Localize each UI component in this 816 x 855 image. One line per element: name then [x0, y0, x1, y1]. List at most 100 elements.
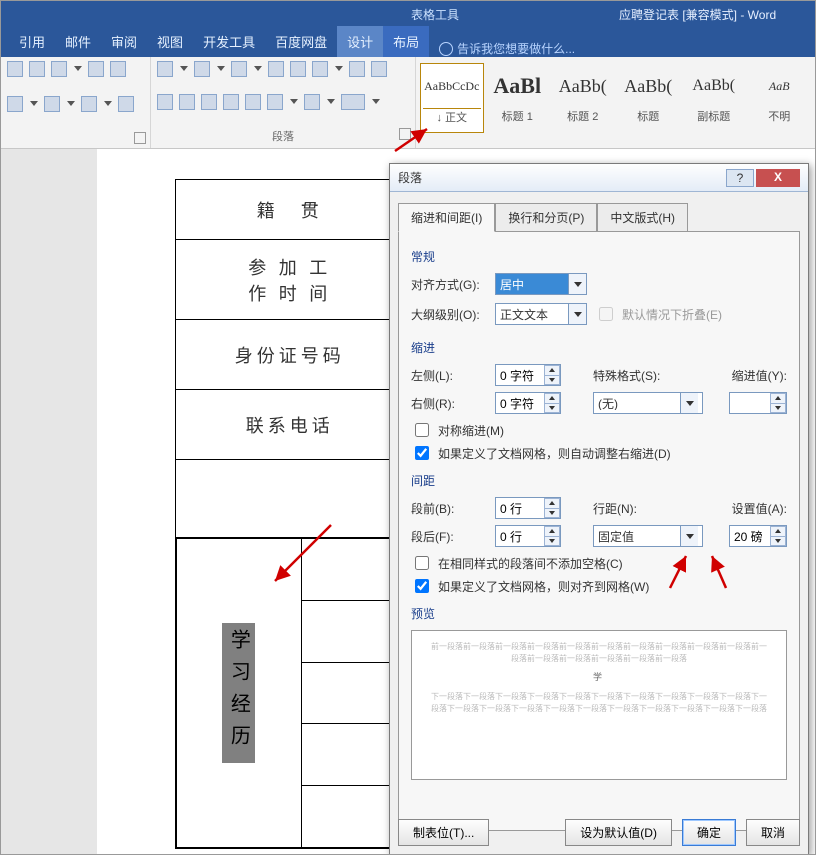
snap-grid-label: 如果定义了文档网格，则对齐到网格(W) [438, 578, 649, 595]
special-combo[interactable] [593, 392, 703, 414]
ok-button[interactable]: 确定 [682, 819, 736, 846]
tell-me[interactable]: 告诉我您想要做什么... [439, 40, 575, 57]
table-row[interactable]: 籍 贯 [176, 180, 404, 240]
char-shading-icon[interactable] [118, 96, 134, 112]
right-indent-spin[interactable] [495, 392, 561, 414]
tab-review[interactable]: 审阅 [101, 26, 147, 57]
font-color-icon[interactable] [81, 96, 97, 112]
style-标题[interactable]: AaBb(标题 [617, 63, 681, 133]
paragraph-group: 段落 [151, 57, 416, 148]
right-indent-value[interactable] [496, 393, 544, 413]
style-副标题[interactable]: AaBb(副标题 [682, 63, 746, 133]
left-indent-spin[interactable] [495, 364, 561, 386]
chevron-down-icon[interactable] [568, 304, 586, 324]
borders-icon[interactable] [341, 94, 365, 110]
tab-view[interactable]: 视图 [147, 26, 193, 57]
annotation-arrow [393, 125, 433, 158]
special-value[interactable] [594, 396, 680, 410]
highlight-icon[interactable] [44, 96, 60, 112]
tab-line-page-breaks[interactable]: 换行和分页(P) [495, 203, 597, 232]
style-标题 2[interactable]: AaBb(标题 2 [551, 63, 615, 133]
numbering-icon[interactable] [194, 61, 210, 77]
table-row[interactable]: 联系电话 [176, 390, 404, 460]
ribbon-tabbar: 引用 邮件 审阅 视图 开发工具 百度网盘 设计 布局 告诉我您想要做什么... [1, 27, 815, 57]
left-indent-value[interactable] [496, 365, 544, 385]
line-spacing-icon[interactable] [267, 94, 283, 110]
tab-baidu[interactable]: 百度网盘 [265, 26, 337, 57]
close-button[interactable]: X [756, 169, 800, 187]
after-spin[interactable] [495, 525, 561, 547]
align-center-icon[interactable] [179, 94, 195, 110]
align-left-icon[interactable] [157, 94, 173, 110]
by-value[interactable] [730, 393, 770, 413]
preview-next-text: 下一段落下一段落下一段落下一段落下一段落下一段落下一段落下一段落下一段落下一段落… [428, 691, 770, 715]
section-spacing: 间距 [411, 466, 787, 493]
align-justify-icon[interactable] [223, 94, 239, 110]
styles-gallery[interactable]: AaBbCcDc↓ 正文AaBl标题 1AaBb(标题 2AaBb(标题AaBb… [416, 57, 815, 148]
tab-indent-spacing[interactable]: 缩进和间距(I) [398, 203, 495, 232]
sort-icon[interactable] [349, 61, 365, 77]
shrink-font-icon[interactable] [29, 61, 45, 77]
distributed-icon[interactable] [245, 94, 261, 110]
alignment-label: 对齐方式(G): [411, 276, 487, 293]
after-value[interactable] [496, 526, 544, 546]
chevron-down-icon[interactable] [680, 526, 698, 546]
line-spacing-combo[interactable] [593, 525, 703, 547]
tab-layout[interactable]: 布局 [383, 26, 429, 57]
line-spacing-value[interactable] [594, 529, 680, 543]
tab-asian-typography[interactable]: 中文版式(H) [597, 203, 688, 232]
outline-combo[interactable] [495, 303, 587, 325]
paragraph-dialog: 段落 ? X 缩进和间距(I) 换行和分页(P) 中文版式(H) 常规 对齐方式… [389, 163, 809, 855]
align-right-icon[interactable] [201, 94, 217, 110]
multilevel-icon[interactable] [231, 61, 247, 77]
style-↓ 正文[interactable]: AaBbCcDc↓ 正文 [420, 63, 484, 133]
cancel-button[interactable]: 取消 [746, 819, 800, 846]
help-button[interactable]: ? [726, 169, 754, 187]
style-标题 1[interactable]: AaBl标题 1 [486, 63, 550, 133]
chevron-down-icon[interactable] [568, 274, 586, 294]
asian-layout-icon[interactable] [312, 61, 328, 77]
indent-dec-icon[interactable] [268, 61, 284, 77]
before-spin[interactable] [495, 497, 561, 519]
by-spin[interactable] [729, 392, 787, 414]
set-default-button[interactable]: 设为默认值(D) [565, 819, 672, 846]
context-title: 表格工具 [411, 6, 459, 23]
grow-font-icon[interactable] [7, 61, 23, 77]
before-value[interactable] [496, 498, 544, 518]
outline-value[interactable] [496, 307, 568, 321]
text-effects-icon[interactable] [7, 96, 23, 112]
change-case-icon[interactable] [51, 61, 67, 77]
form-table[interactable]: 籍 贯 参 加 工 作 时 间 身份证号码 联系电话 学习经历 [175, 179, 405, 849]
left-indent-label: 左侧(L): [411, 367, 487, 384]
dialog-tabs: 缩进和间距(I) 换行和分页(P) 中文版式(H) [390, 192, 808, 231]
at-value[interactable] [730, 526, 770, 546]
chevron-down-icon[interactable] [680, 393, 698, 413]
tab-devtools[interactable]: 开发工具 [193, 26, 265, 57]
shading-icon[interactable] [304, 94, 320, 110]
preview-box: 前一段落前一段落前一段落前一段落前一段落前一段落前一段落前一段落前一段落前一段落… [411, 630, 787, 780]
at-spin[interactable] [729, 525, 787, 547]
bullets-icon[interactable] [157, 61, 173, 77]
section-indent: 缩进 [411, 333, 787, 360]
dialog-titlebar[interactable]: 段落 ? X [390, 164, 808, 192]
grid-indent-checkbox[interactable]: 如果定义了文档网格，则自动调整右缩进(D) [411, 443, 787, 463]
style-不明[interactable]: AaB不明 [748, 63, 812, 133]
char-border-icon[interactable] [110, 61, 126, 77]
collapse-checkbox[interactable]: 默认情况下折叠(E) [595, 304, 722, 324]
font-launcher-icon[interactable] [134, 132, 146, 144]
table-row[interactable]: 参 加 工 作 时 间 [176, 240, 404, 320]
outline-label: 大纲级别(O): [411, 306, 487, 323]
tab-mailings[interactable]: 邮件 [55, 26, 101, 57]
phonetic-guide-icon[interactable] [88, 61, 104, 77]
show-marks-icon[interactable] [371, 61, 387, 77]
line-label: 行距(N): [593, 500, 653, 517]
table-row[interactable]: 身份证号码 [176, 320, 404, 390]
mirror-checkbox[interactable]: 对称缩进(M) [411, 420, 787, 440]
alignment-combo[interactable] [495, 273, 587, 295]
tab-references[interactable]: 引用 [9, 26, 55, 57]
tab-design[interactable]: 设计 [337, 26, 383, 57]
alignment-value[interactable] [496, 277, 568, 291]
indent-inc-icon[interactable] [290, 61, 306, 77]
tabs-button[interactable]: 制表位(T)... [398, 819, 489, 846]
cell-idnum: 身份证号码 [235, 342, 345, 368]
